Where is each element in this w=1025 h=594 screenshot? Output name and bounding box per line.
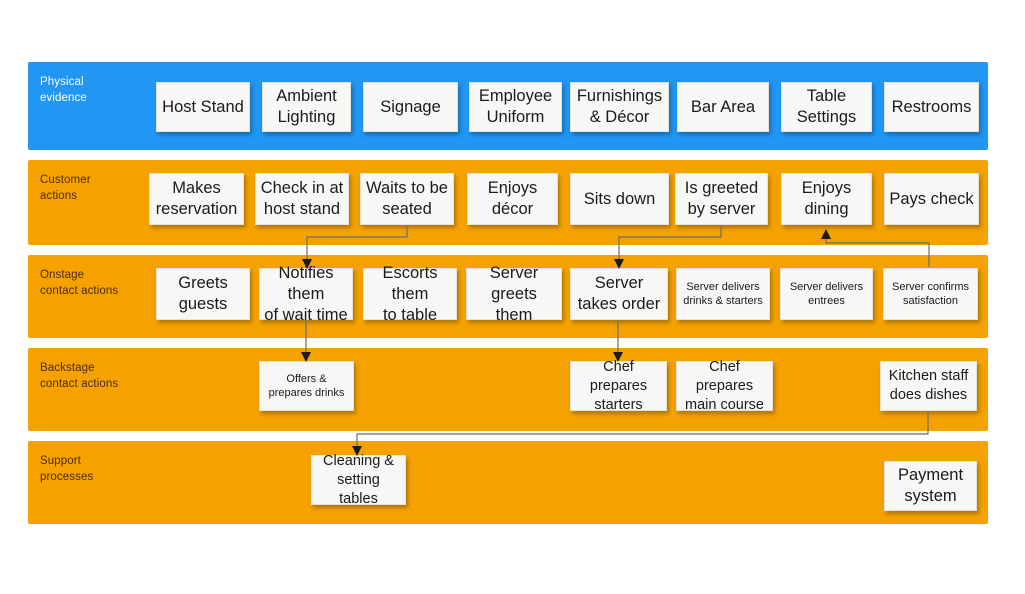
node-employee-uniform[interactable]: Employee Uniform xyxy=(469,82,562,132)
node-pays-check[interactable]: Pays check xyxy=(884,173,979,225)
node-kitchen-staff-does-dishes[interactable]: Kitchen staff does dishes xyxy=(880,361,977,411)
node-notifies-wait-time[interactable]: Notifies them of wait time xyxy=(259,264,353,324)
node-server-delivers-drinks-starters[interactable]: Server delivers drinks & starters xyxy=(676,268,770,320)
node-restrooms[interactable]: Restrooms xyxy=(884,82,979,132)
node-is-greeted-by-server[interactable]: Is greeted by server xyxy=(675,173,768,225)
row-label-customer-actions: Customer actions xyxy=(40,174,91,202)
row-backstage-contact-actions: Backstage contact actions xyxy=(28,348,988,431)
node-table-settings[interactable]: Table Settings xyxy=(781,82,872,132)
node-escorts-to-table[interactable]: Escorts them to table xyxy=(363,264,457,324)
row-label-physical-evidence: Physical evidence xyxy=(40,76,87,104)
node-ambient-lighting[interactable]: Ambient Lighting xyxy=(262,82,351,132)
node-sits-down[interactable]: Sits down xyxy=(570,173,669,225)
node-greets-guests[interactable]: Greets guests xyxy=(156,268,250,320)
service-blueprint-diagram: Physical evidence Host Stand Ambient Lig… xyxy=(0,0,1025,594)
node-offers-prepares-drinks[interactable]: Offers & prepares drinks xyxy=(259,361,354,411)
node-signage[interactable]: Signage xyxy=(363,82,458,132)
row-support-processes: Support processes xyxy=(28,441,988,524)
node-host-stand[interactable]: Host Stand xyxy=(156,82,250,132)
node-cleaning-setting-tables[interactable]: Cleaning & setting tables xyxy=(311,453,406,507)
node-server-greets-them[interactable]: Server greets them xyxy=(466,264,562,324)
node-bar-area[interactable]: Bar Area xyxy=(677,82,769,132)
node-waits-to-be-seated[interactable]: Waits to be seated xyxy=(360,173,454,225)
node-enjoys-dining[interactable]: Enjoys dining xyxy=(781,173,872,225)
node-furnishings-decor[interactable]: Furnishings & Décor xyxy=(570,82,669,132)
node-server-delivers-entrees[interactable]: Server delivers entrees xyxy=(780,268,873,320)
row-label-support-processes: Support processes xyxy=(40,455,94,483)
node-chef-prepares-main-course[interactable]: Chef prepares main course xyxy=(676,359,773,413)
node-chef-prepares-starters[interactable]: Chef prepares starters xyxy=(570,359,667,413)
row-label-backstage-contact-actions: Backstage contact actions xyxy=(40,362,119,390)
node-makes-reservation[interactable]: Makes reservation xyxy=(149,173,244,225)
row-label-onstage-contact-actions: Onstage contact actions xyxy=(40,269,119,297)
node-check-in-host-stand[interactable]: Check in at host stand xyxy=(255,173,349,225)
node-server-takes-order[interactable]: Server takes order xyxy=(570,268,668,320)
node-enjoys-decor[interactable]: Enjoys décor xyxy=(467,173,558,225)
node-server-confirms-satisfaction[interactable]: Server confirms satisfaction xyxy=(883,268,978,320)
node-payment-system[interactable]: Payment system xyxy=(884,461,977,511)
